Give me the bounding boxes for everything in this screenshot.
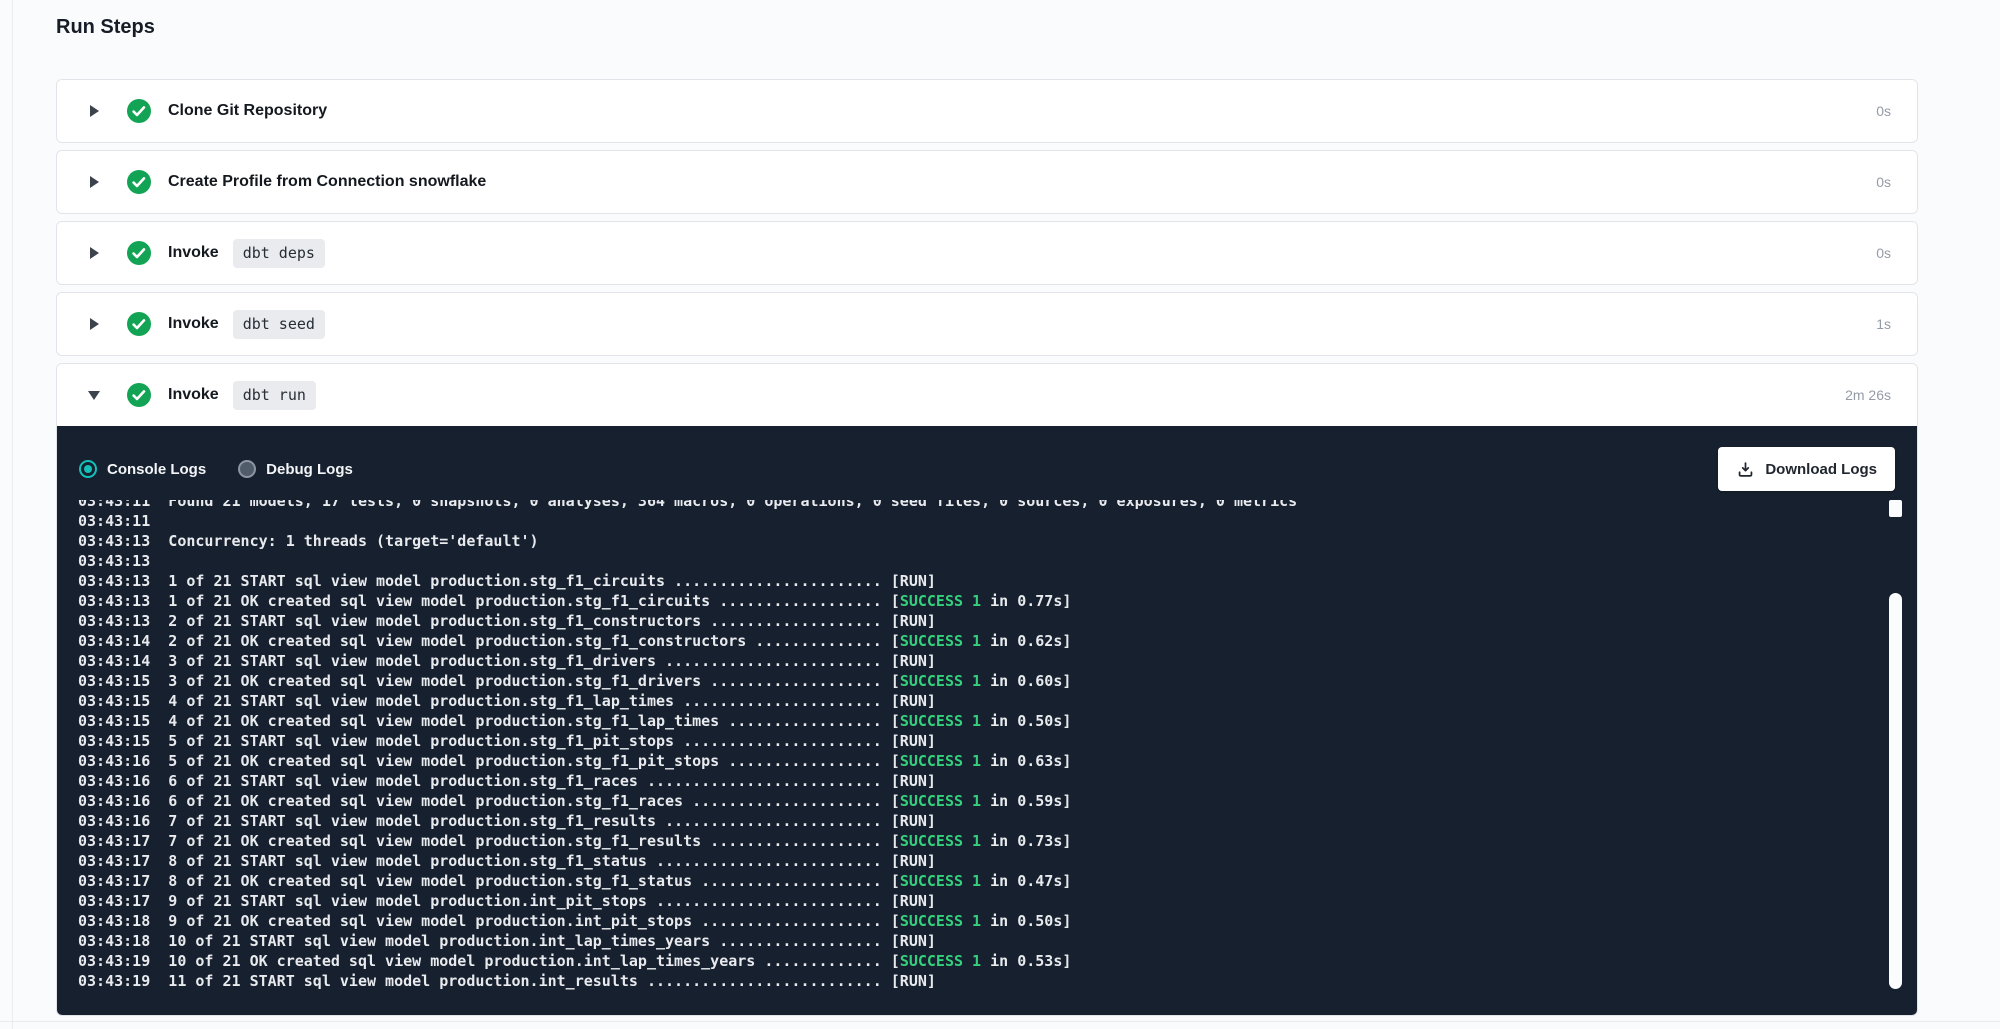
step-title: Clone Git Repository	[168, 102, 327, 120]
log-line: 03:43:13 2 of 21 START sql view model pr…	[78, 611, 1878, 631]
run-steps-list: Clone Git Repository 0s Create Profile f…	[56, 79, 1918, 1023]
step-card-invoke-dbt-run[interactable]: Invoke dbt run 2m 26s Console Logs Debug…	[56, 363, 1918, 1016]
scrollbar-thumb[interactable]	[1889, 593, 1902, 989]
success-check-icon	[127, 312, 151, 336]
step-duration: 0s	[1876, 174, 1891, 190]
log-line: 03:43:15 4 of 21 OK created sql view mod…	[78, 711, 1878, 731]
step-duration: 0s	[1876, 103, 1891, 119]
log-line: 03:43:17 7 of 21 OK created sql view mod…	[78, 831, 1878, 851]
success-check-icon	[127, 99, 151, 123]
download-logs-label: Download Logs	[1765, 461, 1877, 478]
step-duration: 1s	[1876, 316, 1891, 332]
step-duration: 2m 26s	[1845, 387, 1891, 403]
expand-chevron-right-icon[interactable]	[87, 318, 101, 330]
expand-chevron-right-icon[interactable]	[87, 105, 101, 117]
download-logs-button[interactable]: Download Logs	[1718, 447, 1895, 491]
radio-selected-icon	[79, 460, 97, 478]
step-card-clone-git-repository[interactable]: Clone Git Repository 0s	[56, 79, 1918, 143]
page-title: Run Steps	[56, 14, 155, 40]
log-line: 03:43:15 4 of 21 START sql view model pr…	[78, 691, 1878, 711]
bottom-divider	[0, 1021, 2000, 1022]
log-line: 03:43:16 7 of 21 START sql view model pr…	[78, 811, 1878, 831]
radio-debug-logs[interactable]: Debug Logs	[238, 460, 353, 478]
radio-console-logs[interactable]: Console Logs	[79, 460, 206, 478]
log-line: 03:43:16 5 of 21 OK created sql view mod…	[78, 751, 1878, 771]
command-badge: dbt deps	[233, 239, 325, 268]
content-left-divider	[12, 0, 13, 1029]
console-log-output[interactable]: 03:43:11 Found 21 models, 17 tests, 0 sn…	[78, 500, 1878, 995]
success-check-icon	[127, 241, 151, 265]
scrollbar-top-button[interactable]	[1889, 500, 1902, 517]
step-title: Invoke	[168, 315, 219, 333]
collapse-chevron-down-icon[interactable]	[87, 391, 101, 400]
log-line: 03:43:17 9 of 21 START sql view model pr…	[78, 891, 1878, 911]
log-line: 03:43:17 8 of 21 START sql view model pr…	[78, 851, 1878, 871]
command-badge: dbt run	[233, 381, 316, 410]
log-line: 03:43:19 11 of 21 START sql view model p…	[78, 971, 1878, 991]
log-line: 03:43:19 10 of 21 OK created sql view mo…	[78, 951, 1878, 971]
log-line: 03:43:16 6 of 21 OK created sql view mod…	[78, 791, 1878, 811]
success-check-icon	[127, 170, 151, 194]
console-scrollbar[interactable]	[1889, 500, 1902, 995]
log-line: 03:43:17 8 of 21 OK created sql view mod…	[78, 871, 1878, 891]
log-line: 03:43:16 6 of 21 START sql view model pr…	[78, 771, 1878, 791]
run-steps-page: Run Steps Clone Git Repository 0s Create…	[0, 0, 2000, 1029]
command-badge: dbt seed	[233, 310, 325, 339]
console-toolbar: Console Logs Debug Logs Download Logs	[79, 446, 1895, 492]
step-title: Create Profile from Connection snowflake	[168, 173, 486, 191]
download-icon	[1736, 460, 1755, 479]
expand-chevron-right-icon[interactable]	[87, 176, 101, 188]
step-title: Invoke	[168, 386, 219, 404]
log-line: 03:43:13 1 of 21 START sql view model pr…	[78, 571, 1878, 591]
log-line: 03:43:13	[78, 551, 1878, 571]
log-line: 03:43:15 5 of 21 START sql view model pr…	[78, 731, 1878, 751]
step-duration: 0s	[1876, 245, 1891, 261]
step-card-invoke-dbt-deps[interactable]: Invoke dbt deps 0s	[56, 221, 1918, 285]
console-panel: Console Logs Debug Logs Download Logs 03…	[57, 426, 1917, 1015]
log-line: 03:43:11 Found 21 models, 17 tests, 0 sn…	[78, 500, 1878, 511]
log-line: 03:43:14 3 of 21 START sql view model pr…	[78, 651, 1878, 671]
radio-unselected-icon	[238, 460, 256, 478]
log-line: 03:43:18 9 of 21 OK created sql view mod…	[78, 911, 1878, 931]
log-line: 03:43:13 Concurrency: 1 threads (target=…	[78, 531, 1878, 551]
step-card-invoke-dbt-seed[interactable]: Invoke dbt seed 1s	[56, 292, 1918, 356]
success-check-icon	[127, 383, 151, 407]
step-title: Invoke	[168, 244, 219, 262]
log-line: 03:43:13 1 of 21 OK created sql view mod…	[78, 591, 1878, 611]
log-line: 03:43:14 2 of 21 OK created sql view mod…	[78, 631, 1878, 651]
radio-label: Console Logs	[107, 461, 206, 478]
expand-chevron-right-icon[interactable]	[87, 247, 101, 259]
step-card-create-profile[interactable]: Create Profile from Connection snowflake…	[56, 150, 1918, 214]
log-line: 03:43:18 10 of 21 START sql view model p…	[78, 931, 1878, 951]
log-line: 03:43:15 3 of 21 OK created sql view mod…	[78, 671, 1878, 691]
radio-label: Debug Logs	[266, 461, 353, 478]
log-line: 03:43:11	[78, 511, 1878, 531]
